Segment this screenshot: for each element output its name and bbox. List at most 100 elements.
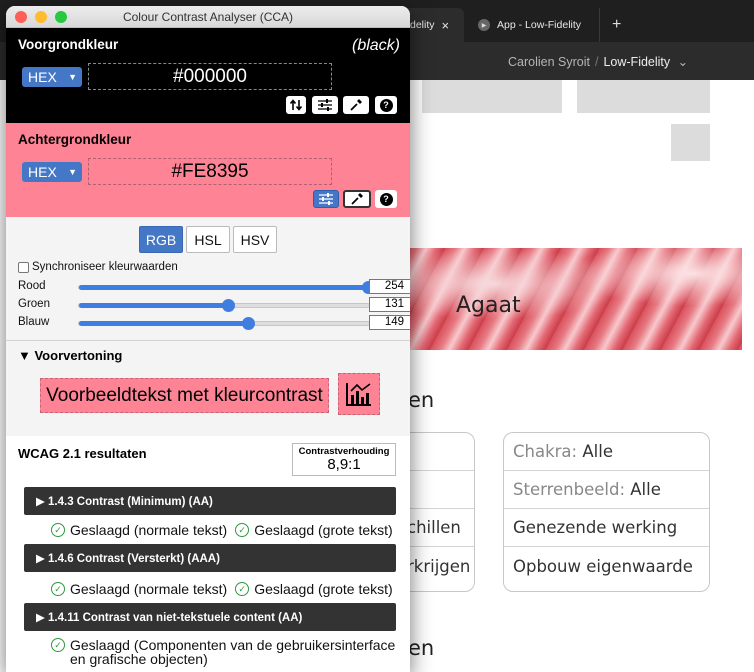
filter-row-chakra[interactable]: Chakra: Alle: [504, 433, 709, 471]
play-icon: ▶: [478, 19, 490, 31]
slider-fill: [79, 303, 228, 308]
blue-slider[interactable]: [78, 317, 370, 330]
filter-box-right: Chakra: Alle Sterrenbeeld: Alle Genezend…: [503, 432, 710, 592]
background-hex-input[interactable]: #FE8395: [88, 158, 332, 185]
slider-label: Rood: [18, 280, 46, 292]
foreground-hex-input[interactable]: #000000: [88, 63, 332, 90]
result-text: Geslaagd (Componenten van de gebruikersi…: [70, 637, 396, 667]
slider-fill: [79, 285, 368, 290]
background-format-select[interactable]: HEX ▼: [22, 162, 82, 182]
color-mode-tabs: RGB HSL HSV: [6, 226, 410, 253]
format-value: HEX: [28, 164, 57, 180]
filter-row-genezende[interactable]: Genezende werking: [504, 509, 709, 547]
background-section: Achtergrondkleur HEX ▼ #FE8395 ?: [6, 123, 410, 217]
background-eyedropper-button[interactable]: [343, 190, 371, 208]
result-text: Geslaagd (grote tekst): [254, 522, 393, 538]
tab-label: delity: [410, 19, 435, 31]
breadcrumb-separator: /: [594, 55, 599, 69]
placeholder-block: [577, 80, 710, 113]
criterion-1-4-6-results: ✓ Geslaagd (normale tekst) ✓ Geslaagd (gro…: [51, 581, 393, 597]
criterion-1-4-11[interactable]: ▶ 1.4.11 Contrast van niet-tekstuele con…: [24, 603, 396, 631]
foreground-eyedropper-button[interactable]: [343, 96, 369, 114]
foreground-color-name: (black): [351, 37, 400, 54]
hero-title: Agaat: [456, 293, 521, 318]
browser-tab[interactable]: ▶ App - Low-Fidelity: [466, 8, 600, 42]
tab-hsv[interactable]: HSV: [233, 226, 277, 253]
chart-icon: [346, 383, 371, 406]
preview-sample-text: Voorbeeldtekst met kleurcontrast: [40, 378, 329, 413]
cca-window: Colour Contrast Analyser (CCA) Voorgrond…: [6, 6, 410, 672]
section-heading-fragment: en: [408, 388, 435, 412]
foreground-format-select[interactable]: HEX ▼: [22, 67, 82, 87]
help-icon: ?: [379, 192, 393, 206]
wcag-results-section: WCAG 2.1 resultaten Contrastverhouding 8…: [6, 436, 410, 672]
background-help-button[interactable]: ?: [375, 190, 397, 208]
wcag-title: WCAG 2.1 resultaten: [18, 446, 147, 461]
red-slider[interactable]: [78, 281, 375, 294]
tab-rgb[interactable]: RGB: [139, 226, 183, 253]
breadcrumb-user[interactable]: Carolien Syroit: [508, 55, 590, 69]
slider-row-green: Groen 131: [18, 297, 410, 313]
foreground-section: Voorgrondkleur (black) HEX ▼ #000000 ?: [6, 28, 410, 123]
blue-value-input[interactable]: 149: [369, 315, 410, 330]
breadcrumb-project[interactable]: Low-Fidelity: [603, 55, 670, 69]
new-tab-button[interactable]: +: [612, 8, 632, 42]
chevron-down-icon: ▼: [68, 72, 77, 82]
sync-option[interactable]: Synchroniseer kleurwaarden: [18, 261, 178, 273]
window-title: Colour Contrast Analyser (CCA): [122, 10, 294, 24]
divider: [6, 340, 410, 341]
eyedropper-icon: [351, 193, 363, 205]
filter-row-eigenwaarde[interactable]: Opbouw eigenwaarde: [504, 547, 709, 585]
slider-label: Blauw: [18, 316, 50, 328]
red-value-input[interactable]: 254: [369, 279, 410, 294]
screen: { "browser": { "tab1": {"label": "delity…: [0, 0, 754, 672]
tab-hsl[interactable]: HSL: [186, 226, 230, 253]
green-value-input[interactable]: 131: [369, 297, 410, 312]
sync-checkbox[interactable]: [18, 261, 29, 273]
background-title: Achtergrondkleur: [18, 132, 132, 147]
format-value: HEX: [28, 69, 57, 85]
slider-handle[interactable]: [221, 299, 235, 312]
slider-label: Groen: [18, 298, 50, 310]
preview-graphic: [338, 373, 380, 415]
check-circle-icon: ✓: [51, 582, 65, 596]
filter-row-sterrenbeeld[interactable]: Sterrenbeeld: Alle: [504, 471, 709, 509]
check-circle-icon: ✓: [235, 523, 250, 537]
tab-close-icon[interactable]: ×: [442, 18, 450, 33]
placeholder-block: [671, 124, 710, 161]
foreground-title: Voorgrondkleur: [18, 37, 119, 52]
foreground-help-button[interactable]: ?: [375, 96, 397, 114]
breadcrumb: Carolien Syroit / Low-Fidelity ⌄: [508, 54, 688, 69]
filter-value: Opbouw eigenwaarde: [513, 556, 693, 576]
background-adjust-button[interactable]: [313, 190, 339, 208]
sliders-icon: [319, 193, 333, 205]
slider-handle[interactable]: [242, 317, 256, 330]
filter-value: Genezende werking: [513, 518, 678, 537]
slider-fill: [79, 321, 249, 326]
help-icon: ?: [379, 98, 393, 112]
contrast-ratio-box: Contrastverhouding 8,9:1: [292, 443, 396, 476]
placeholder-block: [422, 80, 562, 113]
slider-row-red: Rood 254: [18, 279, 410, 295]
result-text: Geslaagd (grote tekst): [254, 581, 393, 597]
filter-label: Sterrenbeeld:: [513, 480, 626, 499]
foreground-adjust-button[interactable]: [312, 96, 338, 114]
green-slider[interactable]: [78, 299, 370, 312]
slider-row-blue: Blauw 149: [18, 315, 410, 331]
check-circle-icon: ✓: [235, 582, 250, 596]
chevron-down-icon[interactable]: ⌄: [678, 55, 688, 69]
filter-label: chillen: [407, 518, 461, 537]
filter-value: Alle: [630, 480, 661, 499]
tab-label: App - Low-Fidelity: [497, 19, 582, 31]
criterion-1-4-11-results: ✓ Geslaagd (Componenten van de gebruikers…: [51, 638, 403, 666]
preview-toggle[interactable]: ▼ Voorvertoning: [18, 348, 122, 363]
criterion-1-4-6[interactable]: ▶ 1.4.6 Contrast (Versterkt) (AAA): [24, 544, 396, 572]
section-heading-fragment: en: [408, 636, 435, 660]
contrast-ratio-value: 8,9:1: [327, 456, 361, 473]
swap-colors-button[interactable]: [286, 96, 306, 114]
filter-value: Alle: [582, 442, 613, 461]
sliders-icon: [318, 99, 332, 111]
result-text: Geslaagd (normale tekst): [70, 522, 228, 538]
sync-label: Synchroniseer kleurwaarden: [32, 261, 178, 273]
criterion-1-4-3[interactable]: ▶ 1.4.3 Contrast (Minimum) (AA): [24, 487, 396, 515]
